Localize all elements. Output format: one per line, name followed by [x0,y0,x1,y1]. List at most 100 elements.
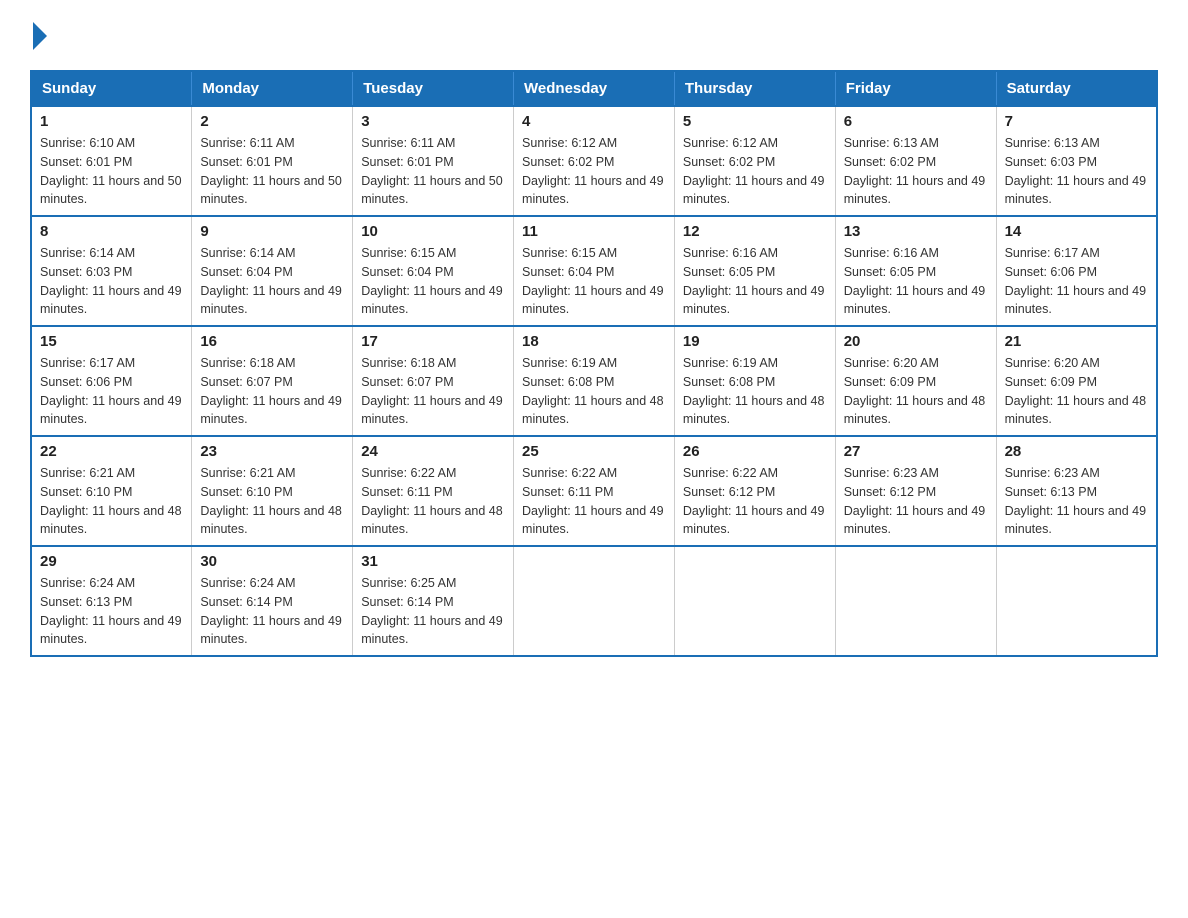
day-info: Sunrise: 6:16 AMSunset: 6:05 PMDaylight:… [844,244,988,319]
calendar-cell: 13 Sunrise: 6:16 AMSunset: 6:05 PMDayligh… [835,216,996,326]
day-number: 7 [1005,113,1148,130]
day-number: 13 [844,223,988,240]
day-number: 8 [40,223,183,240]
calendar-cell: 2 Sunrise: 6:11 AMSunset: 6:01 PMDaylight… [192,106,353,216]
day-info: Sunrise: 6:19 AMSunset: 6:08 PMDaylight:… [522,354,666,429]
logo-arrow-icon [33,22,47,50]
weekday-header-friday: Friday [835,71,996,106]
day-info: Sunrise: 6:17 AMSunset: 6:06 PMDaylight:… [40,354,183,429]
calendar-cell: 24 Sunrise: 6:22 AMSunset: 6:11 PMDayligh… [353,436,514,546]
calendar-header: SundayMondayTuesdayWednesdayThursdayFrid… [31,71,1157,106]
calendar-cell: 27Sunrise: 6:23 AMSunset: 6:12 PMDayligh… [835,436,996,546]
day-info: Sunrise: 6:16 AMSunset: 6:05 PMDaylight:… [683,244,827,319]
calendar-cell: 31 Sunrise: 6:25 AMSunset: 6:14 PMDayligh… [353,546,514,656]
day-number: 4 [522,113,666,130]
day-number: 21 [1005,333,1148,350]
day-number: 5 [683,113,827,130]
day-number: 11 [522,223,666,240]
day-info: Sunrise: 6:22 AMSunset: 6:11 PMDaylight:… [361,464,505,539]
day-number: 14 [1005,223,1148,240]
day-number: 15 [40,333,183,350]
day-info: Sunrise: 6:12 AMSunset: 6:02 PMDaylight:… [683,134,827,209]
calendar-cell: 17 Sunrise: 6:18 AMSunset: 6:07 PMDayligh… [353,326,514,436]
calendar-cell [514,546,675,656]
calendar-cell: 8 Sunrise: 6:14 AMSunset: 6:03 PMDaylight… [31,216,192,326]
day-number: 30 [200,553,344,570]
calendar-cell: 29Sunrise: 6:24 AMSunset: 6:13 PMDayligh… [31,546,192,656]
calendar-cell: 6Sunrise: 6:13 AMSunset: 6:02 PMDaylight… [835,106,996,216]
calendar-cell [835,546,996,656]
day-info: Sunrise: 6:23 AMSunset: 6:13 PMDaylight:… [1005,464,1148,539]
day-number: 1 [40,113,183,130]
calendar-week-row: 1 Sunrise: 6:10 AMSunset: 6:01 PMDaylight… [31,106,1157,216]
calendar-cell: 26Sunrise: 6:22 AMSunset: 6:12 PMDayligh… [674,436,835,546]
calendar-cell [996,546,1157,656]
day-info: Sunrise: 6:25 AMSunset: 6:14 PMDaylight:… [361,574,505,649]
day-number: 25 [522,443,666,460]
calendar-cell: 1 Sunrise: 6:10 AMSunset: 6:01 PMDaylight… [31,106,192,216]
day-info: Sunrise: 6:18 AMSunset: 6:07 PMDaylight:… [361,354,505,429]
calendar-cell: 15 Sunrise: 6:17 AMSunset: 6:06 PMDayligh… [31,326,192,436]
day-number: 12 [683,223,827,240]
calendar-cell: 20 Sunrise: 6:20 AMSunset: 6:09 PMDayligh… [835,326,996,436]
day-info: Sunrise: 6:20 AMSunset: 6:09 PMDaylight:… [1005,354,1148,429]
day-number: 24 [361,443,505,460]
calendar-week-row: 8 Sunrise: 6:14 AMSunset: 6:03 PMDaylight… [31,216,1157,326]
day-number: 3 [361,113,505,130]
calendar-cell: 14 Sunrise: 6:17 AMSunset: 6:06 PMDayligh… [996,216,1157,326]
day-number: 20 [844,333,988,350]
logo [30,20,47,50]
weekday-header-wednesday: Wednesday [514,71,675,106]
day-info: Sunrise: 6:14 AMSunset: 6:03 PMDaylight:… [40,244,183,319]
day-number: 10 [361,223,505,240]
day-info: Sunrise: 6:17 AMSunset: 6:06 PMDaylight:… [1005,244,1148,319]
day-info: Sunrise: 6:13 AMSunset: 6:03 PMDaylight:… [1005,134,1148,209]
calendar-cell: 25 Sunrise: 6:22 AMSunset: 6:11 PMDayligh… [514,436,675,546]
calendar-cell: 30 Sunrise: 6:24 AMSunset: 6:14 PMDayligh… [192,546,353,656]
day-number: 27 [844,443,988,460]
weekday-header-sunday: Sunday [31,71,192,106]
calendar-cell: 9 Sunrise: 6:14 AMSunset: 6:04 PMDaylight… [192,216,353,326]
day-info: Sunrise: 6:15 AMSunset: 6:04 PMDaylight:… [361,244,505,319]
day-number: 17 [361,333,505,350]
day-number: 29 [40,553,183,570]
day-number: 23 [200,443,344,460]
day-info: Sunrise: 6:14 AMSunset: 6:04 PMDaylight:… [200,244,344,319]
calendar-cell: 12 Sunrise: 6:16 AMSunset: 6:05 PMDayligh… [674,216,835,326]
day-info: Sunrise: 6:11 AMSunset: 6:01 PMDaylight:… [200,134,344,209]
weekday-header-saturday: Saturday [996,71,1157,106]
calendar-cell: 21 Sunrise: 6:20 AMSunset: 6:09 PMDayligh… [996,326,1157,436]
day-info: Sunrise: 6:10 AMSunset: 6:01 PMDaylight:… [40,134,183,209]
day-info: Sunrise: 6:15 AMSunset: 6:04 PMDaylight:… [522,244,666,319]
calendar-cell: 3Sunrise: 6:11 AMSunset: 6:01 PMDaylight… [353,106,514,216]
day-info: Sunrise: 6:12 AMSunset: 6:02 PMDaylight:… [522,134,666,209]
day-number: 2 [200,113,344,130]
day-number: 9 [200,223,344,240]
day-info: Sunrise: 6:20 AMSunset: 6:09 PMDaylight:… [844,354,988,429]
weekday-header-tuesday: Tuesday [353,71,514,106]
calendar-cell: 22Sunrise: 6:21 AMSunset: 6:10 PMDayligh… [31,436,192,546]
calendar-body: 1 Sunrise: 6:10 AMSunset: 6:01 PMDaylight… [31,106,1157,656]
page-header [30,20,1158,50]
calendar-cell: 5 Sunrise: 6:12 AMSunset: 6:02 PMDaylight… [674,106,835,216]
day-info: Sunrise: 6:21 AMSunset: 6:10 PMDaylight:… [200,464,344,539]
calendar-week-row: 15 Sunrise: 6:17 AMSunset: 6:06 PMDayligh… [31,326,1157,436]
weekday-header-monday: Monday [192,71,353,106]
day-info: Sunrise: 6:22 AMSunset: 6:11 PMDaylight:… [522,464,666,539]
day-number: 19 [683,333,827,350]
day-number: 18 [522,333,666,350]
day-info: Sunrise: 6:22 AMSunset: 6:12 PMDaylight:… [683,464,827,539]
day-info: Sunrise: 6:19 AMSunset: 6:08 PMDaylight:… [683,354,827,429]
day-info: Sunrise: 6:18 AMSunset: 6:07 PMDaylight:… [200,354,344,429]
calendar-table: SundayMondayTuesdayWednesdayThursdayFrid… [30,70,1158,657]
calendar-cell: 23 Sunrise: 6:21 AMSunset: 6:10 PMDayligh… [192,436,353,546]
day-number: 31 [361,553,505,570]
calendar-cell: 19 Sunrise: 6:19 AMSunset: 6:08 PMDayligh… [674,326,835,436]
day-info: Sunrise: 6:24 AMSunset: 6:14 PMDaylight:… [200,574,344,649]
calendar-week-row: 22 Sunrise: 6:21 AMSunset: 6:10 PMDayligh… [31,436,1157,546]
calendar-cell [674,546,835,656]
weekday-header-thursday: Thursday [674,71,835,106]
day-number: 16 [200,333,344,350]
day-number: 22 [40,443,183,460]
calendar-cell: 10 Sunrise: 6:15 AMSunset: 6:04 PMDayligh… [353,216,514,326]
